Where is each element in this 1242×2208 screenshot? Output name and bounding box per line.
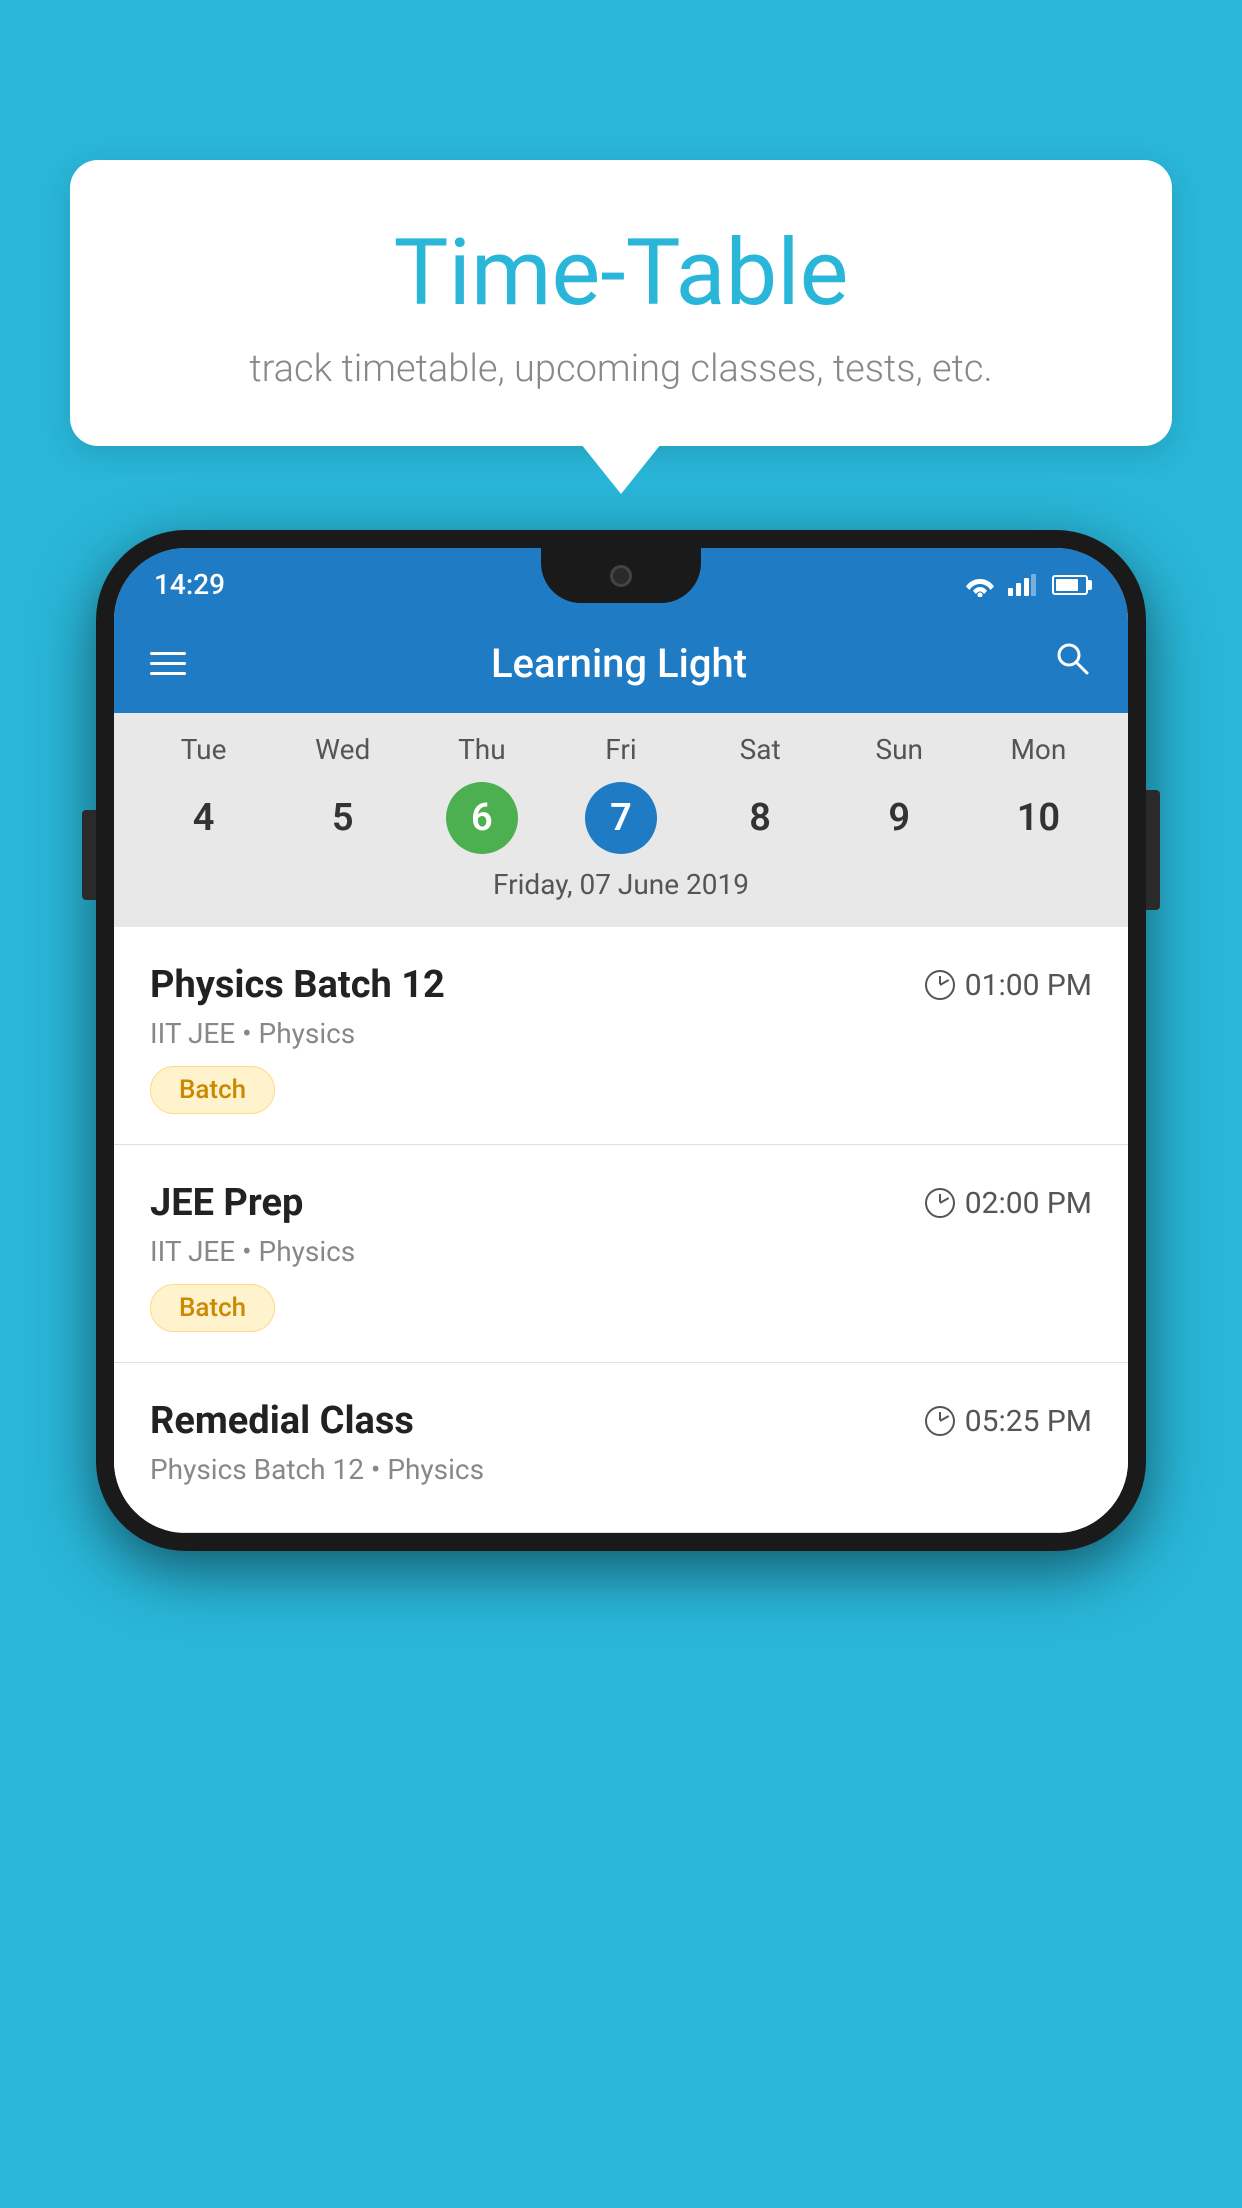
- schedule-subtitle-1: IIT JEE • Physics: [150, 1017, 1092, 1050]
- info-bubble-card: Time-Table track timetable, upcoming cla…: [70, 160, 1172, 446]
- app-bar-title: Learning Light: [216, 640, 1022, 687]
- schedule-time-label-1: 01:00 PM: [965, 968, 1092, 1003]
- schedule-item-2-header: JEE Prep 02:00 PM: [150, 1181, 1092, 1225]
- schedule-time-3: 05:25 PM: [925, 1404, 1092, 1439]
- status-icons: [964, 573, 1088, 597]
- schedule-list: Physics Batch 12 01:00 PM IIT JEE • Phys…: [114, 927, 1128, 1533]
- selected-date-label: Friday, 07 June 2019: [114, 868, 1128, 917]
- bubble-title: Time-Table: [130, 220, 1112, 327]
- batch-tag-2: Batch: [150, 1284, 275, 1332]
- search-button[interactable]: [1052, 638, 1092, 688]
- calendar-section: Tue Wed Thu Fri Sat Sun Mon 4 5 6 7: [114, 713, 1128, 927]
- schedule-title-3: Remedial Class: [150, 1399, 414, 1443]
- weekday-tue: Tue: [134, 733, 273, 766]
- date-9[interactable]: 9: [830, 782, 969, 854]
- battery-icon: [1052, 575, 1088, 595]
- wifi-icon: [964, 573, 996, 597]
- signal-icon: [1008, 574, 1036, 596]
- phone-outer: 14:29: [96, 530, 1146, 1551]
- weekday-mon: Mon: [969, 733, 1108, 766]
- dates-row: 4 5 6 7 8 9 10: [114, 782, 1128, 854]
- weekday-wed: Wed: [273, 733, 412, 766]
- app-bar: Learning Light: [114, 613, 1128, 713]
- clock-icon-3: [925, 1406, 955, 1436]
- weekdays-row: Tue Wed Thu Fri Sat Sun Mon: [114, 733, 1128, 766]
- date-6[interactable]: 6: [412, 782, 551, 854]
- schedule-time-label-3: 05:25 PM: [965, 1404, 1092, 1439]
- schedule-time-label-2: 02:00 PM: [965, 1186, 1092, 1221]
- schedule-item-3[interactable]: Remedial Class 05:25 PM Physics Batch 12…: [114, 1363, 1128, 1533]
- schedule-subtitle-3: Physics Batch 12 • Physics: [150, 1453, 1092, 1486]
- phone-inner: 14:29: [114, 548, 1128, 1533]
- date-7[interactable]: 7: [551, 782, 690, 854]
- schedule-title-1: Physics Batch 12: [150, 963, 445, 1007]
- status-time: 14:29: [154, 568, 225, 601]
- schedule-item-1[interactable]: Physics Batch 12 01:00 PM IIT JEE • Phys…: [114, 927, 1128, 1145]
- bubble-subtitle: track timetable, upcoming classes, tests…: [130, 347, 1112, 391]
- weekday-fri: Fri: [551, 733, 690, 766]
- date-10[interactable]: 10: [969, 782, 1108, 854]
- schedule-subtitle-2: IIT JEE • Physics: [150, 1235, 1092, 1268]
- date-8[interactable]: 8: [691, 782, 830, 854]
- schedule-title-2: JEE Prep: [150, 1181, 303, 1225]
- date-4[interactable]: 4: [134, 782, 273, 854]
- phone-camera: [610, 565, 632, 587]
- schedule-time-1: 01:00 PM: [925, 968, 1092, 1003]
- batch-tag-1: Batch: [150, 1066, 275, 1114]
- schedule-item-3-header: Remedial Class 05:25 PM: [150, 1399, 1092, 1443]
- schedule-item-1-header: Physics Batch 12 01:00 PM: [150, 963, 1092, 1007]
- hamburger-menu-icon[interactable]: [150, 652, 186, 675]
- schedule-time-2: 02:00 PM: [925, 1186, 1092, 1221]
- clock-icon-2: [925, 1188, 955, 1218]
- date-5[interactable]: 5: [273, 782, 412, 854]
- clock-icon-1: [925, 970, 955, 1000]
- weekday-sat: Sat: [691, 733, 830, 766]
- phone-mockup: 14:29: [96, 530, 1146, 1551]
- weekday-thu: Thu: [412, 733, 551, 766]
- phone-notch: [541, 548, 701, 603]
- weekday-sun: Sun: [830, 733, 969, 766]
- schedule-item-2[interactable]: JEE Prep 02:00 PM IIT JEE • Physics Batc…: [114, 1145, 1128, 1363]
